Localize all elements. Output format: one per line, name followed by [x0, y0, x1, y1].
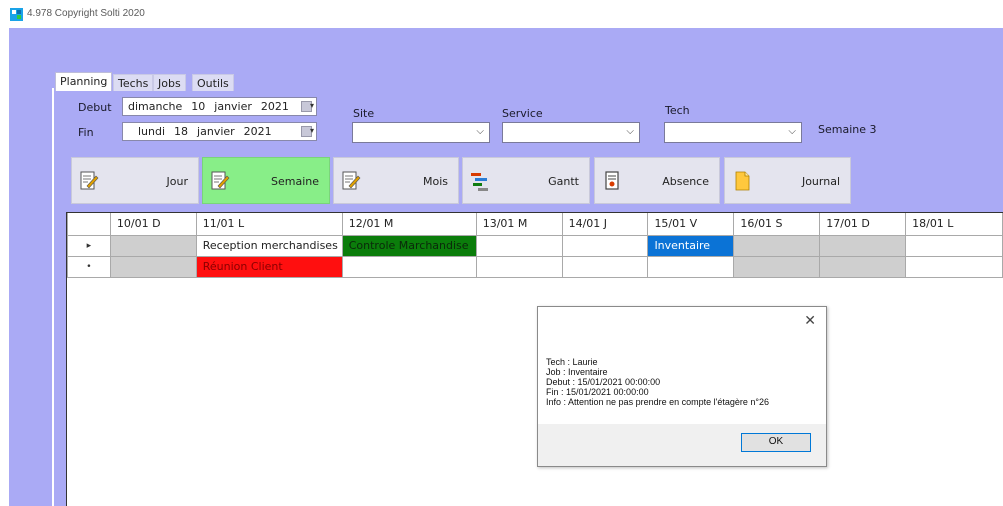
site-select[interactable]: ⌵: [352, 122, 490, 143]
app-logo-icon: [10, 8, 23, 21]
dialog-line-job: Job : Inventaire: [546, 367, 608, 377]
grid-cell[interactable]: [905, 234, 1003, 257]
debut-year: 2021: [260, 100, 289, 113]
column-header[interactable]: 13/01 M: [475, 213, 563, 236]
frame-divider: [52, 88, 54, 506]
title-bar: 4.978 Copyright Solti 2020: [0, 0, 1003, 28]
jour-label: Jour: [166, 175, 188, 188]
chevron-down-icon: ⌵: [626, 126, 634, 137]
semaine-label: Semaine: [270, 175, 319, 188]
grid-cell[interactable]: [561, 255, 649, 278]
dialog-line-debut: Debut : 15/01/2021 00:00:00: [546, 377, 661, 387]
header-row: 10/01 D 11/01 L 12/01 M 13/01 M 14/01 J …: [67, 213, 1003, 236]
column-header[interactable]: 12/01 M: [341, 213, 477, 236]
tab-outils[interactable]: Outils: [192, 74, 234, 92]
grid-cell[interactable]: [647, 255, 735, 278]
fin-month: janvier: [197, 125, 235, 138]
grid-cell[interactable]: Inventaire: [647, 234, 735, 257]
edit-note-icon: [80, 171, 99, 190]
grid-cell[interactable]: [819, 234, 907, 257]
tab-planning[interactable]: Planning: [55, 72, 113, 92]
service-select[interactable]: ⌵: [502, 122, 640, 143]
dialog-line-tech: Tech : Laurie: [546, 357, 598, 367]
column-header[interactable]: 16/01 S: [733, 213, 821, 236]
jour-button[interactable]: Jour: [71, 157, 199, 204]
tech-label: Tech: [665, 104, 690, 117]
mois-label: Mois: [422, 175, 448, 188]
fin-weekday: lundi: [138, 125, 166, 138]
grid-cell[interactable]: Réunion Client: [195, 255, 343, 278]
gantt-label: Gantt: [548, 175, 579, 188]
planning-grid: 10/01 D 11/01 L 12/01 M 13/01 M 14/01 J …: [66, 212, 1003, 506]
ok-button[interactable]: OK: [741, 433, 811, 452]
dialog-line-info: Info : Attention ne pas prendre en compt…: [546, 397, 769, 407]
planning-table: 10/01 D 11/01 L 12/01 M 13/01 M 14/01 J …: [67, 213, 1003, 278]
week-number: Semaine 3: [818, 123, 877, 136]
row-header-corner: [67, 213, 111, 236]
grid-cell[interactable]: [109, 255, 197, 278]
tab-techs[interactable]: Techs: [113, 74, 154, 92]
debut-weekday: dimanche: [128, 100, 183, 113]
calendar-icon[interactable]: ▾: [301, 101, 314, 112]
debut-month: janvier: [214, 100, 252, 113]
fin-year: 2021: [243, 125, 272, 138]
grid-cell[interactable]: Controle Marchandise: [341, 234, 477, 257]
dialog-line-fin: Fin : 15/01/2021 00:00:00: [546, 387, 649, 397]
window-title: 4.978 Copyright Solti 2020: [27, 8, 145, 19]
journal-button[interactable]: Journal: [724, 157, 851, 204]
debut-date-picker[interactable]: dimanche 10 janvier 2021 ▾: [122, 97, 317, 116]
document-badge-icon: [605, 171, 619, 190]
column-header[interactable]: 11/01 L: [195, 213, 343, 236]
fin-date-picker[interactable]: lundi 18 janvier 2021 ▾: [122, 122, 317, 141]
chevron-down-icon: ⌵: [788, 126, 796, 137]
table-row: • Réunion Client: [67, 255, 1003, 278]
fin-label: Fin: [78, 126, 94, 139]
chevron-down-icon: ⌵: [476, 126, 484, 137]
absence-label: Absence: [662, 175, 709, 188]
fin-day: 18: [174, 125, 189, 138]
mois-button[interactable]: Mois: [333, 157, 459, 204]
service-label: Service: [502, 107, 543, 120]
grid-cell[interactable]: [561, 234, 649, 257]
edit-note-icon: [342, 171, 361, 190]
grid-cell[interactable]: [475, 234, 563, 257]
column-header[interactable]: 18/01 L: [905, 213, 1003, 236]
grid-cell[interactable]: [733, 255, 821, 278]
message-dialog: ✕ Tech : Laurie Job : Inventaire Debut :…: [537, 306, 827, 467]
row-selector-icon[interactable]: ▸: [67, 234, 111, 257]
semaine-button[interactable]: Semaine: [202, 157, 330, 204]
tab-jobs[interactable]: Jobs: [153, 74, 186, 92]
absence-button[interactable]: Absence: [594, 157, 720, 204]
grid-cell[interactable]: [475, 255, 563, 278]
column-header[interactable]: 17/01 D: [819, 213, 907, 236]
debut-label: Debut: [78, 101, 112, 114]
edit-note-icon: [211, 171, 230, 190]
grid-cell[interactable]: [819, 255, 907, 278]
grid-cell[interactable]: Reception merchandises: [195, 234, 343, 257]
column-header[interactable]: 14/01 J: [561, 213, 649, 236]
grid-cell[interactable]: [109, 234, 197, 257]
tech-select[interactable]: ⌵: [664, 122, 802, 143]
column-header[interactable]: 10/01 D: [109, 213, 197, 236]
dialog-message: Tech : Laurie Job : Inventaire Debut : 1…: [546, 357, 769, 407]
calendar-icon[interactable]: ▾: [301, 126, 314, 137]
notepad-icon: [735, 171, 750, 191]
table-row: ▸ Reception merchandises Controle Marcha…: [67, 234, 1003, 257]
gantt-button[interactable]: Gantt: [462, 157, 590, 204]
grid-cell[interactable]: [733, 234, 821, 257]
site-label: Site: [353, 107, 375, 120]
debut-day: 10: [191, 100, 206, 113]
close-icon[interactable]: ✕: [804, 313, 816, 329]
grid-cell[interactable]: [905, 255, 1003, 278]
gantt-chart-icon: [471, 173, 488, 191]
column-header[interactable]: 15/01 V: [647, 213, 735, 236]
grid-cell[interactable]: [341, 255, 477, 278]
new-row-icon[interactable]: •: [67, 255, 111, 278]
journal-label: Journal: [801, 175, 840, 188]
dialog-footer: OK: [538, 424, 826, 466]
